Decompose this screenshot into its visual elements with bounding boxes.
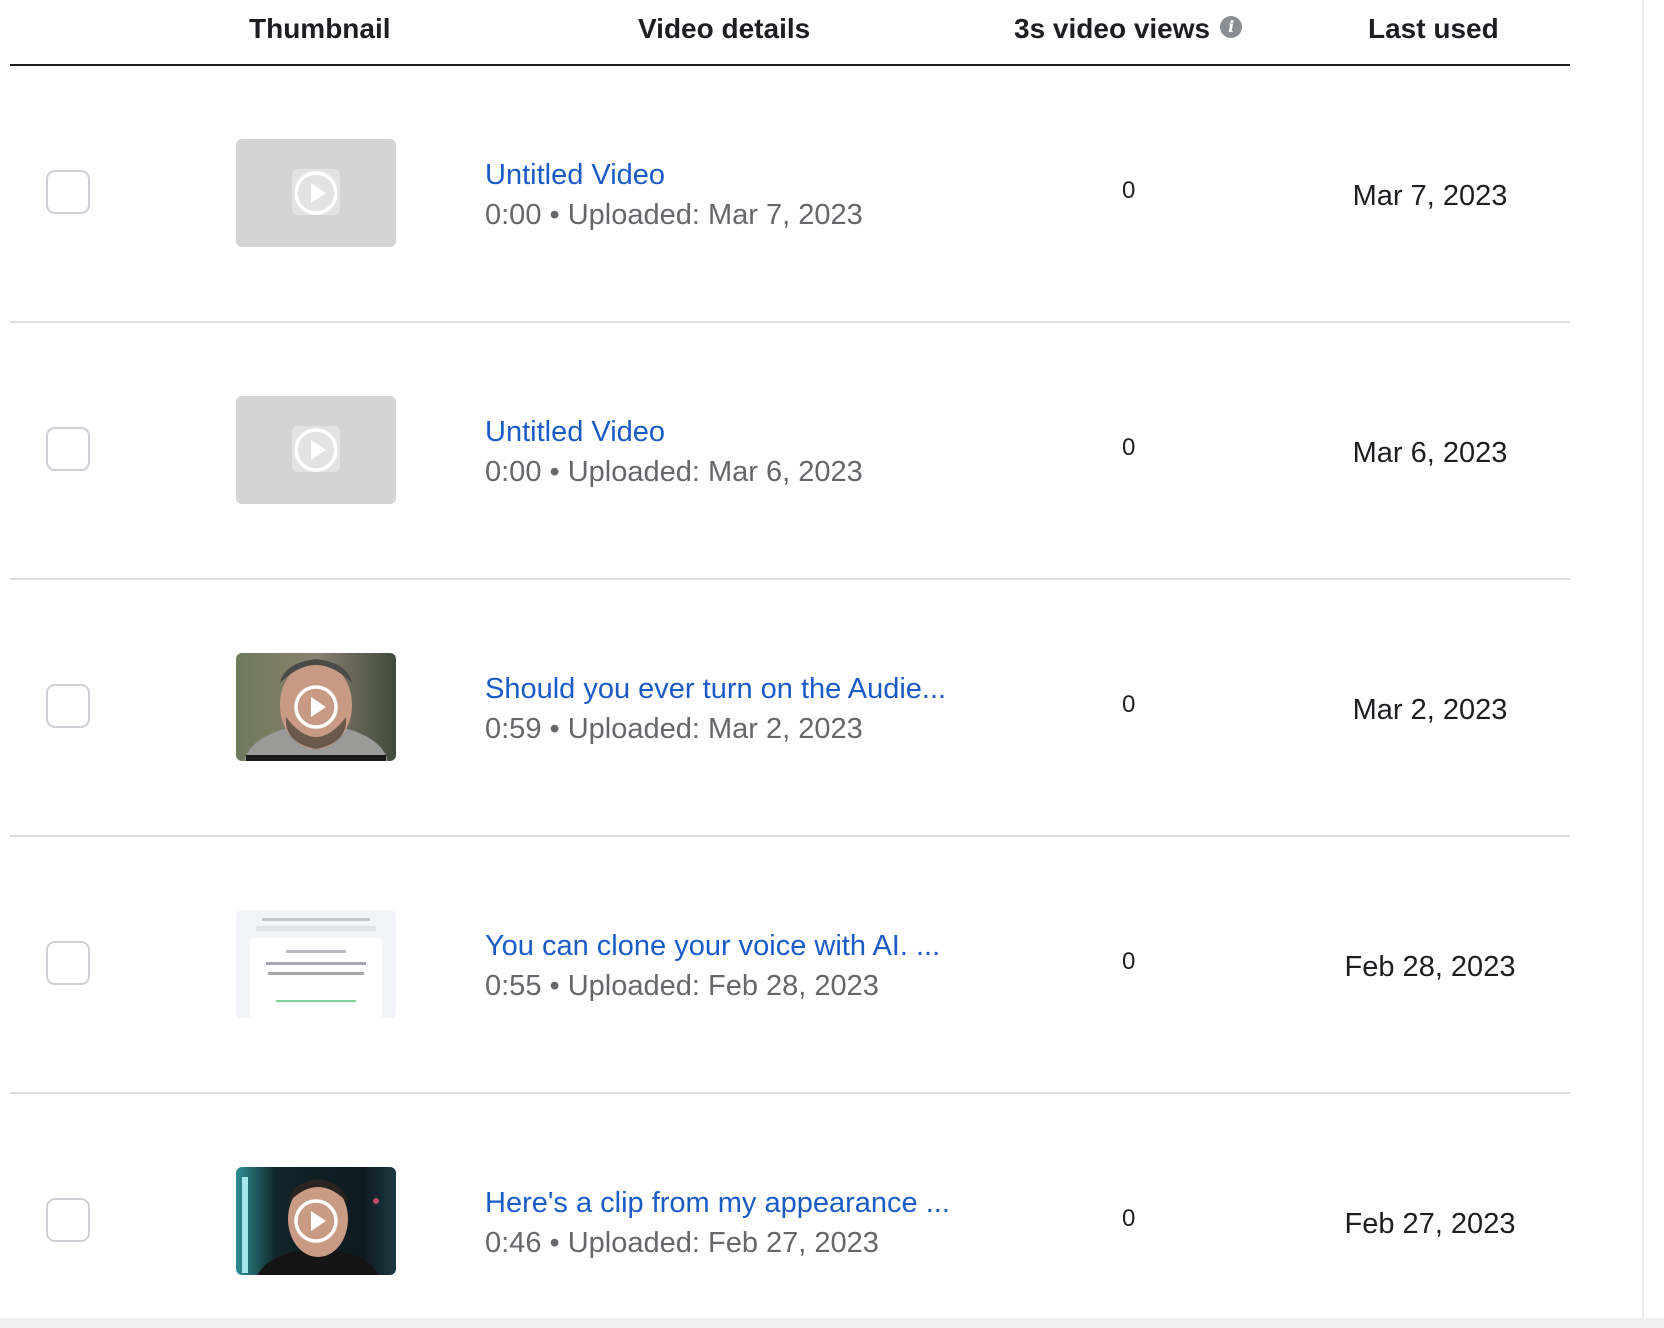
row-select-checkbox[interactable] xyxy=(46,1198,90,1242)
table-row: Untitled Video 0:00 • Uploaded: Mar 7, 2… xyxy=(10,66,1570,323)
video-thumbnail[interactable] xyxy=(236,910,396,1018)
views-count: 0 xyxy=(1122,1205,1136,1232)
last-used-date: Mar 2, 2023 xyxy=(1352,694,1508,726)
column-header-thumbnail: Thumbnail xyxy=(249,13,391,44)
views-count: 0 xyxy=(1122,434,1136,461)
last-used-date: Feb 27, 2023 xyxy=(1344,1208,1516,1240)
row-select-checkbox[interactable] xyxy=(46,941,90,985)
document-screenshot-image xyxy=(236,910,396,1018)
table-row: Here's a clip from my appearance ... 0:4… xyxy=(10,1094,1570,1328)
video-title-link[interactable]: Should you ever turn on the Audie... xyxy=(485,672,946,706)
video-meta: 0:46 • Uploaded: Feb 27, 2023 xyxy=(485,1227,879,1259)
video-thumbnail[interactable] xyxy=(236,396,396,504)
row-select-checkbox[interactable] xyxy=(46,684,90,728)
row-select-checkbox[interactable] xyxy=(46,170,90,214)
play-icon xyxy=(294,171,338,215)
table-row: You can clone your voice with AI. ... 0:… xyxy=(10,837,1570,1094)
video-meta: 0:00 • Uploaded: Mar 6, 2023 xyxy=(485,456,863,488)
views-count: 0 xyxy=(1122,691,1136,718)
video-title-link[interactable]: Here's a clip from my appearance ... xyxy=(485,1186,950,1220)
page-bottom-edge xyxy=(0,1318,1664,1328)
column-header-last-used: Last used xyxy=(1368,13,1499,44)
video-thumbnail[interactable] xyxy=(236,139,396,247)
video-meta: 0:59 • Uploaded: Mar 2, 2023 xyxy=(485,713,863,745)
info-icon[interactable]: i xyxy=(1220,16,1243,38)
table-row: Untitled Video 0:00 • Uploaded: Mar 6, 2… xyxy=(10,323,1570,580)
column-header-video-details: Video details xyxy=(638,13,811,44)
views-count: 0 xyxy=(1122,948,1136,975)
table-row: Should you ever turn on the Audie... 0:5… xyxy=(10,580,1570,837)
video-meta: 0:55 • Uploaded: Feb 28, 2023 xyxy=(485,970,879,1002)
video-title-link[interactable]: Untitled Video xyxy=(485,158,665,192)
column-header-views: 3s video views i xyxy=(1014,13,1243,45)
row-select-checkbox[interactable] xyxy=(46,427,90,471)
play-icon xyxy=(294,1199,338,1243)
video-thumbnail[interactable] xyxy=(236,1167,396,1275)
last-used-date: Mar 6, 2023 xyxy=(1352,437,1508,469)
page-right-edge xyxy=(1642,0,1664,1318)
last-used-date: Feb 28, 2023 xyxy=(1344,951,1516,983)
last-used-date: Mar 7, 2023 xyxy=(1352,180,1508,212)
play-icon xyxy=(294,428,338,472)
video-thumbnail[interactable] xyxy=(236,653,396,761)
column-header-views-label: 3s video views xyxy=(1014,13,1211,44)
video-library-page: Thumbnail Video details 3s video views i … xyxy=(0,0,1664,1328)
table-header: Thumbnail Video details 3s video views i … xyxy=(10,0,1570,66)
views-count: 0 xyxy=(1122,177,1136,204)
video-meta: 0:00 • Uploaded: Mar 7, 2023 xyxy=(485,199,863,231)
video-title-link[interactable]: You can clone your voice with AI. ... xyxy=(485,929,940,963)
play-icon xyxy=(294,685,338,729)
videos-table: Thumbnail Video details 3s video views i … xyxy=(10,0,1570,1328)
video-title-link[interactable]: Untitled Video xyxy=(485,415,665,449)
